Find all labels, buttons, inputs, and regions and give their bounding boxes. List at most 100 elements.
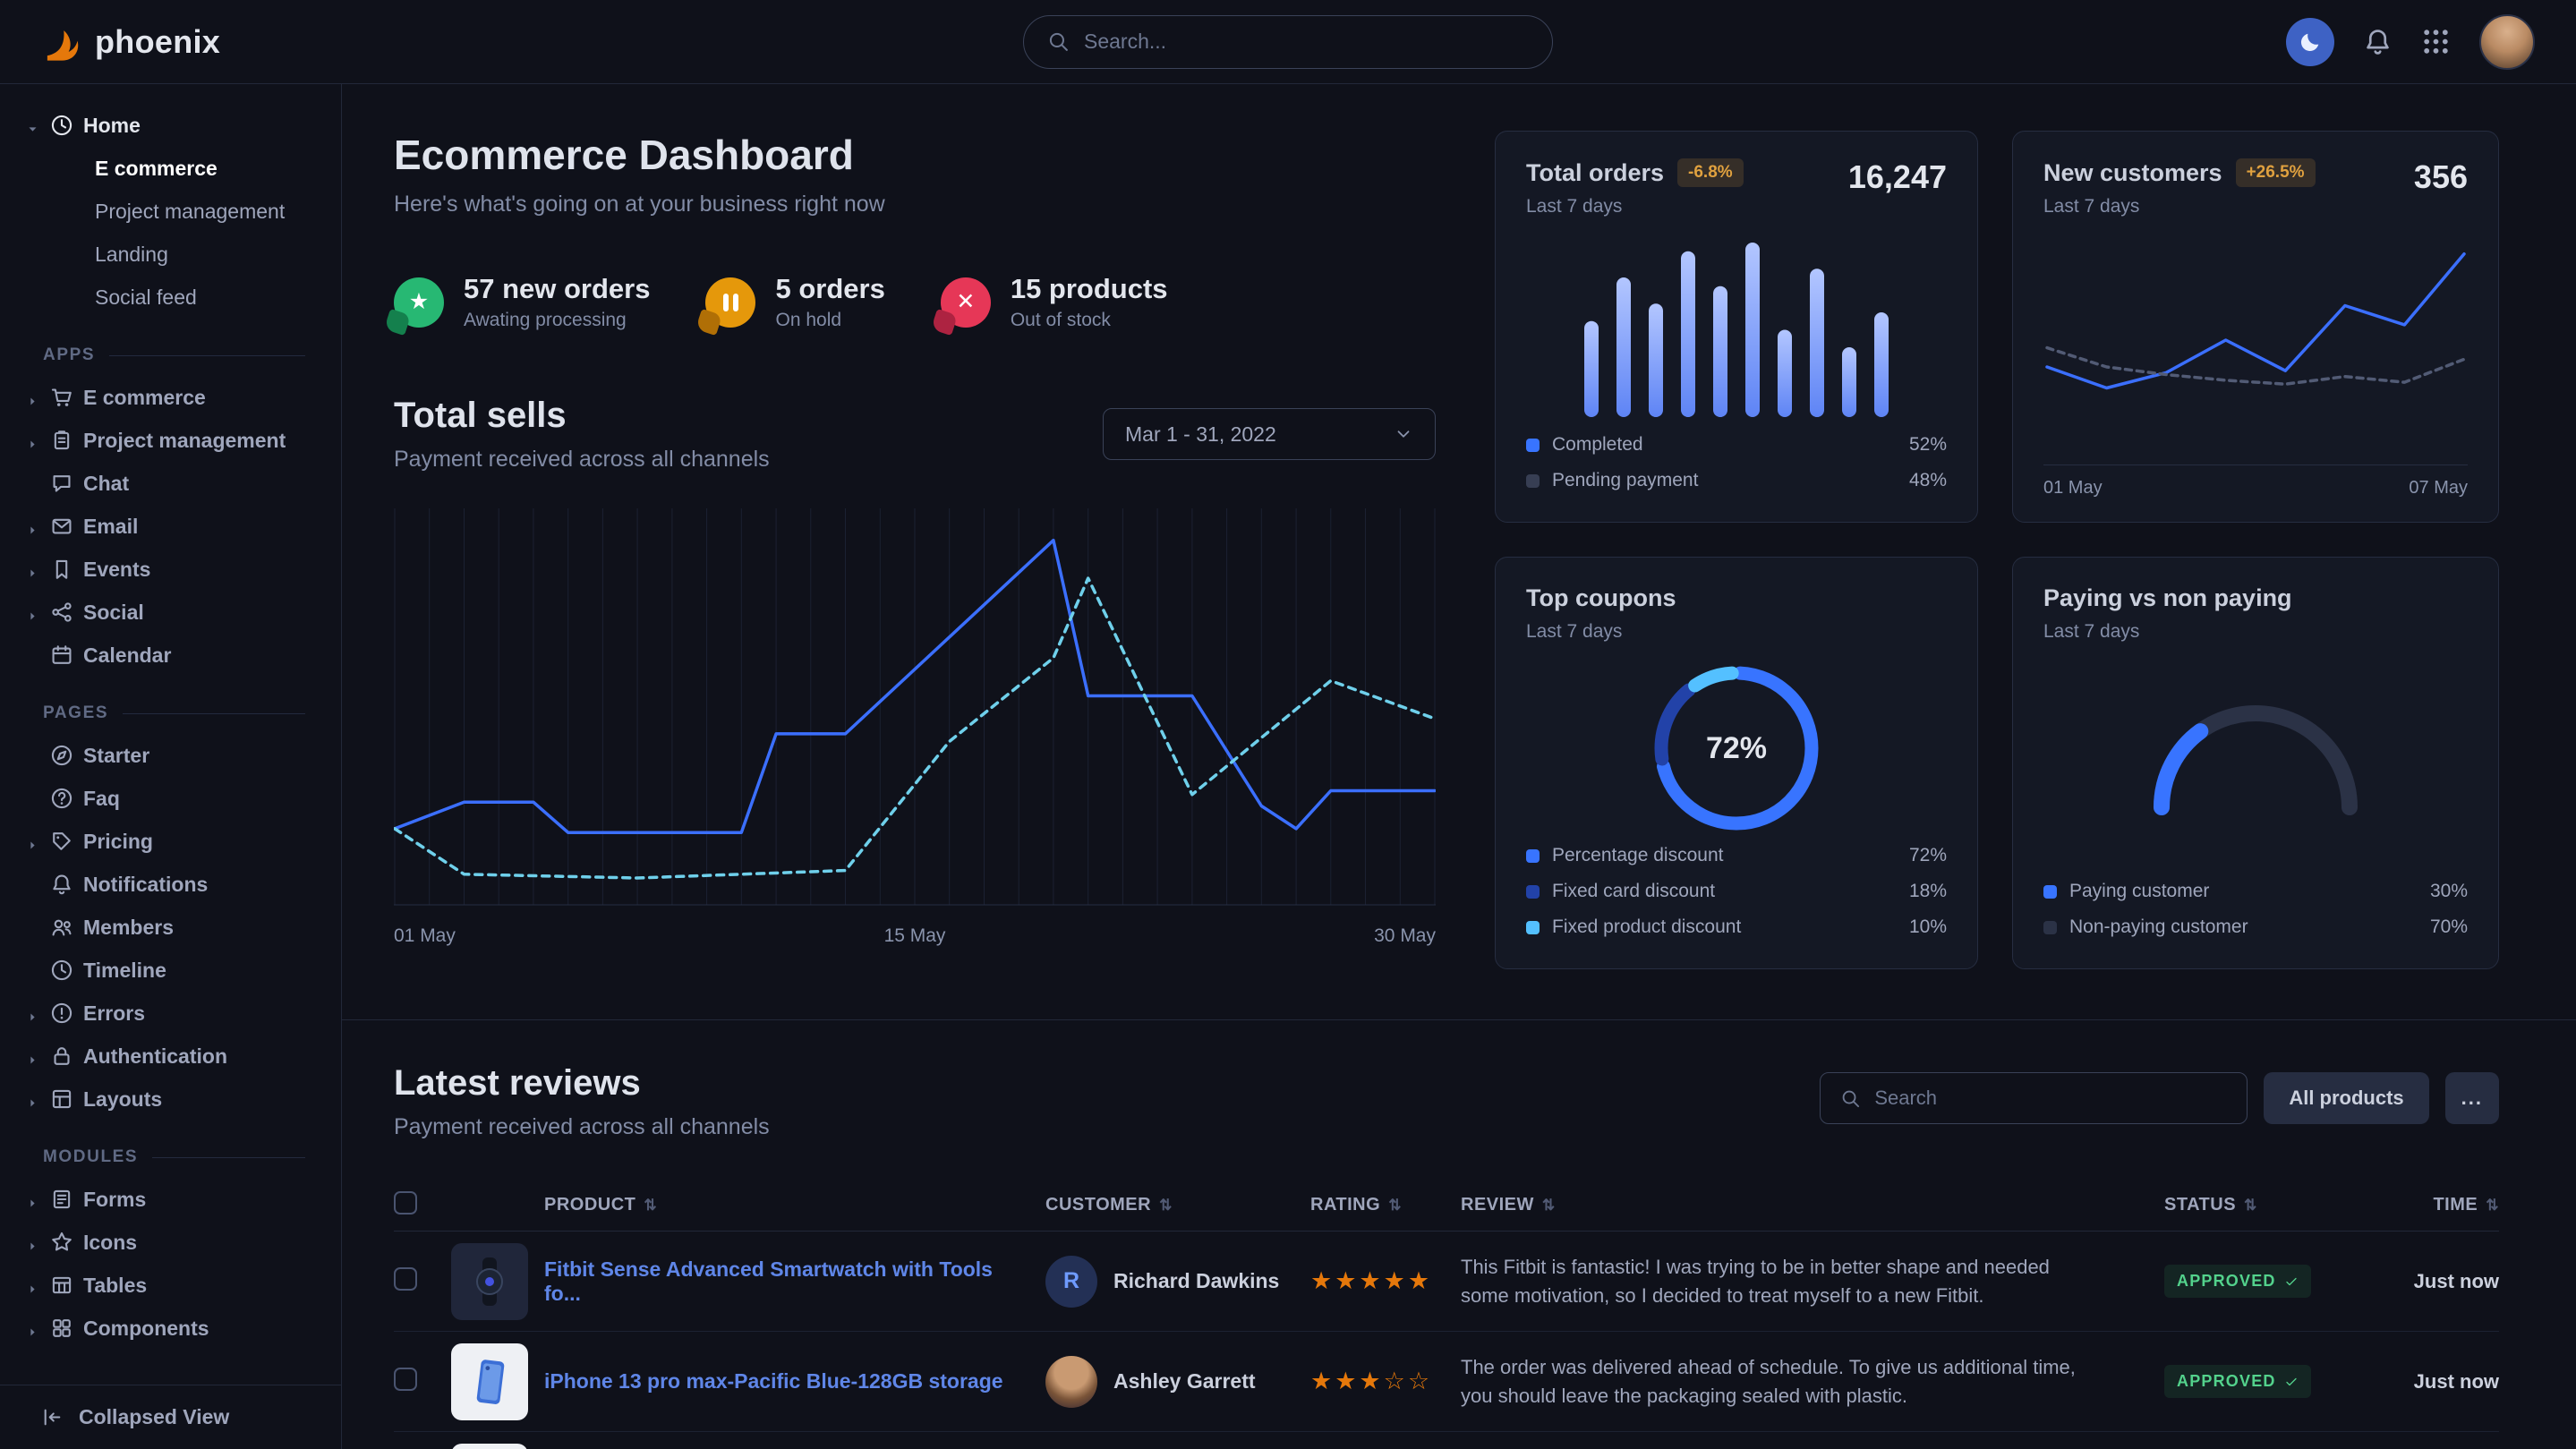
sidebar-item-label: Calendar	[83, 644, 171, 668]
sidebar-item-label: Timeline	[83, 959, 166, 983]
collapsed-view-toggle[interactable]: Collapsed View	[0, 1385, 341, 1449]
x-bubble-icon: ✕	[941, 277, 991, 328]
row-checkbox[interactable]	[394, 1267, 417, 1291]
row-checkbox[interactable]	[394, 1368, 417, 1391]
stat-label: 15 products	[1011, 273, 1168, 305]
more-options-button[interactable]: ...	[2445, 1072, 2499, 1124]
review-text: This Fitbit is fantastic! I was trying t…	[1461, 1253, 2164, 1310]
puzzle-icon	[50, 1317, 73, 1340]
col-product[interactable]: PRODUCT	[544, 1195, 635, 1215]
legend-value: 18%	[1909, 881, 1947, 902]
global-search[interactable]	[1023, 15, 1553, 69]
new-customers-x-axis: 01 May 07 May	[2043, 465, 2468, 499]
sidebar-item-authentication[interactable]: Authentication	[0, 1035, 341, 1078]
reviews-search[interactable]	[1820, 1072, 2248, 1124]
product-link[interactable]: Fitbit Sense Advanced Smartwatch with To…	[544, 1257, 1045, 1306]
sidebar-item-email[interactable]: Email	[0, 505, 341, 548]
lock-icon	[50, 1044, 73, 1068]
total-orders-bar-chart	[1548, 234, 1924, 417]
sidebar-item-pricing[interactable]: Pricing	[0, 820, 341, 863]
sort-icon[interactable]: ⇅	[2244, 1197, 2257, 1215]
caretRight-icon	[25, 1325, 40, 1340]
rating-stars: ★★★★★	[1310, 1267, 1461, 1295]
trend-badge: -6.8%	[1677, 158, 1744, 187]
notifications-bell-icon[interactable]	[2363, 27, 2393, 56]
sort-icon[interactable]: ⇅	[2486, 1197, 2499, 1215]
sidebar-item-e-commerce[interactable]: E commerce	[0, 147, 341, 190]
dashboard-left-column: Ecommerce Dashboard Here's what's going …	[394, 131, 1436, 947]
phoenix-logo-icon	[41, 22, 81, 62]
sidebar-item-landing[interactable]: Landing	[0, 233, 341, 276]
sidebar-item-members[interactable]: Members	[0, 906, 341, 949]
legend-value: 72%	[1909, 845, 1947, 866]
legend-item: Completed 52%	[1526, 427, 1947, 463]
reviews-subtitle: Payment received across all channels	[394, 1114, 770, 1140]
sidebar-item-layouts[interactable]: Layouts	[0, 1078, 341, 1121]
sidebar-item-social-feed[interactable]: Social feed	[0, 276, 341, 319]
question-icon	[50, 787, 73, 810]
sidebar-item-label: Social	[83, 601, 144, 625]
sidebar-item-label: Members	[83, 916, 174, 940]
sidebar-item-label: Home	[83, 114, 141, 138]
sort-icon[interactable]: ⇅	[1542, 1197, 1556, 1215]
reviews-search-input[interactable]	[1874, 1087, 2227, 1110]
check-icon	[2284, 1274, 2299, 1289]
legend-value: 10%	[1909, 916, 1947, 938]
sidebar-item-errors[interactable]: Errors	[0, 992, 341, 1035]
legend-value: 30%	[2430, 881, 2468, 902]
sidebar-item-social[interactable]: Social	[0, 591, 341, 634]
sidebar-item-starter[interactable]: Starter	[0, 734, 341, 777]
date-range-select[interactable]: Mar 1 - 31, 2022	[1103, 408, 1436, 460]
apps-grid-icon[interactable]	[2421, 27, 2451, 56]
total-sells-x-axis: 01 May 15 May 30 May	[394, 925, 1436, 947]
stat-sublabel: Awating processing	[464, 310, 650, 331]
legend-value: 48%	[1909, 470, 1947, 491]
caretRight-icon	[25, 1196, 40, 1211]
sidebar-item-chat[interactable]: Chat	[0, 462, 341, 505]
product-link[interactable]: iPhone 13 pro max-Pacific Blue-128GB sto…	[544, 1369, 1045, 1394]
sidebar-item-project-management[interactable]: Project management	[0, 419, 341, 462]
theme-toggle-button[interactable]	[2286, 18, 2334, 66]
sort-icon[interactable]: ⇅	[644, 1197, 657, 1215]
x-label: 01 May	[2043, 478, 2103, 499]
bell-icon	[50, 873, 73, 896]
brand[interactable]: phoenix	[41, 22, 220, 62]
search-icon	[1047, 30, 1070, 53]
col-customer[interactable]: CUSTOMER	[1045, 1195, 1151, 1215]
caretRight-icon	[25, 566, 40, 581]
total-sells-chart	[394, 505, 1436, 906]
caretRight-icon	[25, 609, 40, 624]
share-icon	[50, 601, 73, 624]
sidebar-item-notifications[interactable]: Notifications	[0, 863, 341, 906]
sidebar-item-forms[interactable]: Forms	[0, 1178, 341, 1221]
customer-avatar: R	[1045, 1256, 1097, 1308]
sidebar-item-label: Icons	[83, 1231, 137, 1255]
sidebar-item-tables[interactable]: Tables	[0, 1264, 341, 1307]
sidebar-item-icons[interactable]: Icons	[0, 1221, 341, 1264]
sidebar-item-events[interactable]: Events	[0, 548, 341, 591]
collapsed-view-label: Collapsed View	[79, 1405, 229, 1429]
sidebar-item-components[interactable]: Components	[0, 1307, 341, 1350]
sidebar-item-home[interactable]: Home	[0, 104, 341, 147]
stat-label: 5 orders	[775, 273, 884, 305]
all-products-filter-button[interactable]: All products	[2264, 1072, 2428, 1124]
x-label: 07 May	[2409, 478, 2468, 499]
global-search-input[interactable]	[1084, 30, 1529, 54]
sidebar-item-project-management[interactable]: Project management	[0, 190, 341, 233]
user-avatar[interactable]	[2479, 14, 2535, 70]
sidebar-item-calendar[interactable]: Calendar	[0, 634, 341, 677]
sidebar-item-timeline[interactable]: Timeline	[0, 949, 341, 992]
sort-icon[interactable]: ⇅	[1388, 1197, 1402, 1215]
select-all-checkbox[interactable]	[394, 1191, 417, 1215]
sidebar-item-e-commerce[interactable]: E commerce	[0, 376, 341, 419]
col-review[interactable]: REVIEW	[1461, 1195, 1534, 1215]
col-time[interactable]: TIME	[2433, 1195, 2478, 1215]
legend: Paying customer 30% Non-paying customer …	[2043, 874, 2468, 945]
page-subtitle: Here's what's going on at your business …	[394, 192, 1436, 217]
trend-badge: +26.5%	[2236, 158, 2316, 187]
col-status[interactable]: STATUS	[2164, 1195, 2236, 1215]
sidebar-item-label: E commerce	[83, 386, 206, 410]
sidebar-item-faq[interactable]: Faq	[0, 777, 341, 820]
col-rating[interactable]: RATING	[1310, 1195, 1380, 1215]
sort-icon[interactable]: ⇅	[1159, 1197, 1173, 1215]
